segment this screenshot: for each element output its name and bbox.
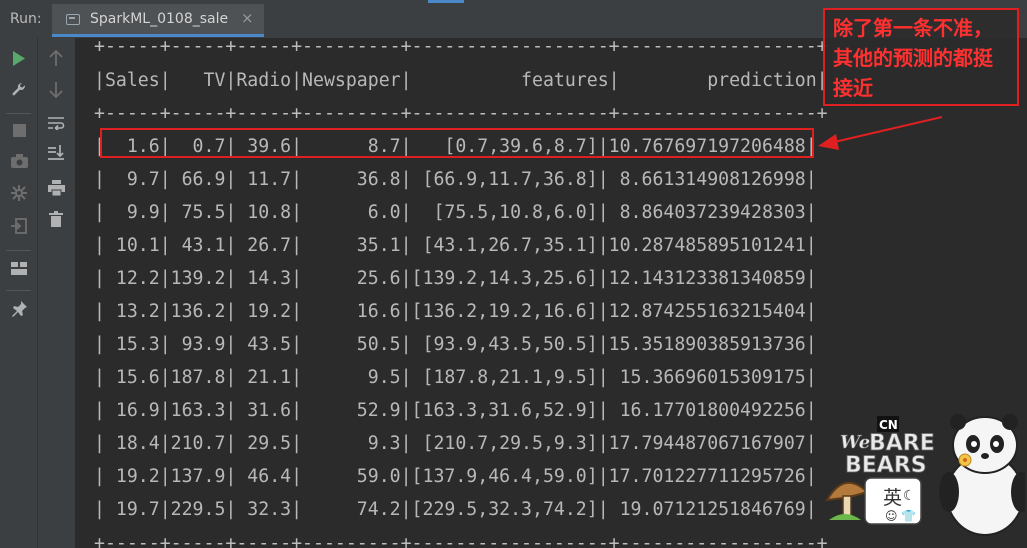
run-label: Run:: [10, 11, 42, 27]
table-row: | 12.2|139.2| 14.3| 25.6|[139.2,14.3,25.…: [94, 268, 817, 289]
console-tab-icon: [66, 14, 80, 25]
table-border: +-----+-----+-----+---------+-----------…: [94, 533, 828, 548]
close-icon[interactable]: ×: [241, 9, 254, 27]
toolbar-separator: [6, 113, 31, 114]
table-row: | 15.6|187.8| 21.1| 9.5| [187.8,21.1,9.5…: [94, 367, 817, 388]
exit-icon[interactable]: [7, 214, 31, 238]
table-row: | 10.1| 43.1| 26.7| 35.1| [43.1,26.7,35.…: [94, 235, 817, 256]
console-toolbar: [38, 38, 76, 548]
svg-text:☾: ☾: [903, 488, 916, 504]
debug-icon[interactable]: [7, 181, 31, 205]
sticker-we: We: [840, 432, 870, 453]
table-row: | 19.7|229.5| 32.3| 74.2|[229.5,32.3,74.…: [94, 499, 817, 520]
table-row: | 18.4|210.7| 29.5| 9.3| [210.7,29.5,9.3…: [94, 433, 817, 454]
wrench-icon[interactable]: [7, 78, 31, 102]
tab-sparkml-0108-sale[interactable]: SparkML_0108_sale ×: [52, 4, 264, 37]
table-row: | 16.9|163.3| 31.6| 52.9|[163.3,31.6,52.…: [94, 400, 817, 421]
table-row: | 9.9| 75.5| 10.8| 6.0| [75.5,10.8,6.0]|…: [94, 202, 817, 223]
run-toolbar: [0, 38, 38, 548]
annotation-box: 除了第一条不准， 其他的预测的都挺 接近: [823, 8, 1019, 106]
table-row: | 19.2|137.9| 46.4| 59.0|[137.9,46.4,59.…: [94, 466, 817, 487]
toolbar-separator: [6, 290, 31, 291]
stop-icon[interactable]: [7, 118, 31, 142]
editor-tab-accent: [428, 0, 464, 3]
pin-icon[interactable]: [7, 297, 31, 321]
down-icon[interactable]: [44, 78, 68, 102]
layout-icon[interactable]: [7, 256, 31, 280]
soft-wrap-icon[interactable]: [44, 111, 68, 135]
table-border: +-----+-----+-----+---------+-----------…: [94, 103, 828, 124]
sticker-bears: BEARS: [845, 453, 927, 478]
trash-icon[interactable]: [44, 207, 68, 231]
annotation-line-1: 除了第一条不准，: [833, 16, 993, 40]
up-icon[interactable]: [44, 46, 68, 70]
svg-text:☺ 👕: ☺ 👕: [885, 509, 916, 523]
annotation-line-3: 接近: [833, 76, 873, 100]
table-row: | 9.7| 66.9| 11.7| 36.8| [66.9,11.7,36.8…: [94, 169, 817, 190]
run-icon[interactable]: [7, 46, 31, 70]
table-row: | 13.2|136.2| 19.2| 16.6|[136.2,19.2,16.…: [94, 301, 817, 322]
we-bare-bears-sticker: 英 ☾ ☺ 👕 CN We BARE BEARS: [825, 414, 1025, 536]
tab-label: SparkML_0108_sale: [90, 11, 229, 27]
toolbar-separator: [6, 250, 31, 251]
table-row: | 15.3| 93.9| 43.5| 50.5| [93.9,43.5,50.…: [94, 334, 817, 355]
sticker-char: 英: [883, 487, 902, 509]
print-icon[interactable]: [44, 176, 68, 200]
scroll-to-end-icon[interactable]: [44, 141, 68, 165]
annotation-line-2: 其他的预测的都挺: [833, 46, 993, 70]
table-border: +-----+-----+-----+---------+-----------…: [94, 38, 828, 57]
camera-icon[interactable]: [7, 149, 31, 173]
first-row-highlight: [100, 128, 814, 158]
sticker-cn-logo: CN: [879, 418, 898, 432]
table-header: |Sales| TV|Radio|Newspaper| features| pr…: [94, 70, 828, 91]
